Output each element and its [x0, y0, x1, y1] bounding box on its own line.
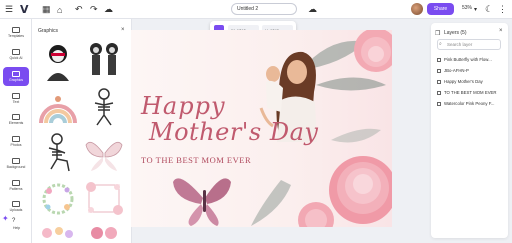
peony-small[interactable] [298, 202, 334, 227]
layers-panel: ❐ Layers (5) × ⌕ Search layer Pink Butte… [431, 23, 508, 238]
skeleton-sitting-icon [48, 133, 70, 172]
background-icon [12, 158, 20, 164]
headline-mothers-day[interactable]: Mother's Day [149, 118, 318, 146]
close-icon[interactable]: × [499, 28, 503, 34]
text-icon [12, 93, 20, 99]
skeleton-pose-icon [94, 88, 114, 126]
pink-frame-icon [86, 182, 123, 215]
rainbow-icon [39, 96, 77, 124]
peony-top-right[interactable] [354, 30, 392, 72]
design-canvas[interactable]: Happy Mother's Day TO THE BEST MOM EVER [131, 30, 392, 227]
cloud-sync-icon[interactable]: ☁ [104, 4, 113, 15]
floral-wreath-icon [42, 183, 74, 215]
sparkle-icon [12, 49, 20, 55]
graphic-thumb-roses[interactable] [83, 223, 125, 243]
rail-item-templates[interactable]: Templates [3, 23, 29, 42]
home-icon[interactable]: ⌂ [57, 4, 62, 15]
graphic-thumb-skeleton-pose[interactable] [83, 85, 125, 128]
shapes-icon [12, 71, 20, 77]
butterfly-illustration[interactable] [173, 178, 231, 226]
graphic-thumb-skeleton-dolls[interactable] [83, 39, 125, 82]
graphics-panel-title: Graphics [38, 28, 59, 34]
rail-item-background[interactable]: Background [3, 154, 29, 173]
rail-item-graphics[interactable]: Graphics [3, 67, 29, 86]
menu-icon[interactable]: ☰ [5, 4, 13, 15]
more-icon[interactable]: ⋮ [498, 4, 507, 15]
share-button[interactable]: Share [427, 3, 454, 15]
photos-icon [12, 136, 20, 142]
graphic-thumb-rainbow[interactable] [37, 85, 79, 128]
layer-item[interactable]: Pink Butterfly with Flow... [437, 56, 503, 64]
templates-icon [12, 27, 20, 33]
image-layer-icon [437, 68, 441, 73]
graphic-thumb-florals[interactable] [37, 223, 79, 243]
layer-search-input[interactable]: Search layer [437, 39, 501, 50]
graphic-thumb-pink-frame[interactable] [83, 177, 125, 220]
elements-icon [12, 114, 20, 120]
graphic-thumb-wings[interactable] [83, 131, 125, 174]
text-layer-icon [437, 90, 441, 95]
app-logo[interactable]: V [20, 3, 29, 16]
graphic-thumb-skeleton-sitting[interactable] [37, 131, 79, 174]
rail-item-photos[interactable]: Photos [3, 132, 29, 151]
layers-panel-title: Layers (5) [444, 30, 467, 36]
avatar[interactable] [411, 3, 423, 15]
share-button-label: Share [433, 6, 448, 12]
rail-item-elements[interactable]: Elements [3, 110, 29, 129]
top-bar: ☰ V ▦ ⌂ ↶ ↷ ☁ Untitled 2 ☁ Share 53% ▾ ☾… [0, 0, 512, 19]
layer-item[interactable]: JBo-AFHN-P [437, 67, 503, 75]
uploads-icon [12, 201, 20, 207]
layer-item[interactable]: TO THE BEST MOM EVER [437, 89, 503, 97]
skeleton-icon [47, 45, 69, 81]
rail-item-text[interactable]: Text [3, 89, 29, 108]
close-icon[interactable]: × [121, 27, 125, 33]
undo-icon[interactable]: ↶ [75, 4, 83, 15]
headline-happy[interactable]: Happy [141, 92, 226, 120]
cloud-save-icon[interactable]: ☁ [308, 4, 317, 15]
graphic-thumb-skeleton-sunglasses[interactable] [37, 39, 79, 82]
tool-rail: Templates Quick AI Graphics Text Element… [0, 19, 32, 243]
redo-icon[interactable]: ↷ [90, 4, 98, 15]
grid-icon[interactable]: ▦ [42, 4, 51, 15]
florals-icon [42, 227, 73, 238]
moon-icon[interactable]: ☾ [485, 4, 493, 15]
image-layer-icon [437, 101, 441, 106]
tagline[interactable]: TO THE BEST MOM EVER [141, 155, 251, 165]
text-layer-icon [437, 79, 441, 84]
skeleton-dolls-icon [90, 43, 118, 75]
chevron-down-icon[interactable]: ▾ [474, 4, 477, 15]
patterns-icon [12, 180, 20, 186]
sparkle-icon[interactable]: ✦ [2, 213, 9, 224]
layers-icon: ❐ [435, 31, 441, 37]
graphics-panel: Graphics × [32, 19, 132, 243]
layer-item[interactable]: Happy Mother's Day [437, 78, 503, 86]
rail-item-quick-ai[interactable]: Quick AI [3, 45, 29, 64]
layer-item[interactable]: Watercolor Pink Peony F... [437, 100, 503, 108]
wings-icon [85, 141, 123, 171]
help-label[interactable]: Help [13, 226, 20, 230]
rail-item-patterns[interactable]: Patterns [3, 176, 29, 195]
document-title-field[interactable]: Untitled 2 [231, 3, 297, 15]
peony-bottom-right[interactable] [329, 156, 392, 224]
zoom-level[interactable]: 53% [462, 5, 472, 11]
image-layer-icon [437, 57, 441, 62]
roses-icon [91, 227, 117, 239]
help-icon[interactable]: ? [12, 215, 15, 226]
graphic-thumb-floral-wreath[interactable] [37, 177, 79, 220]
